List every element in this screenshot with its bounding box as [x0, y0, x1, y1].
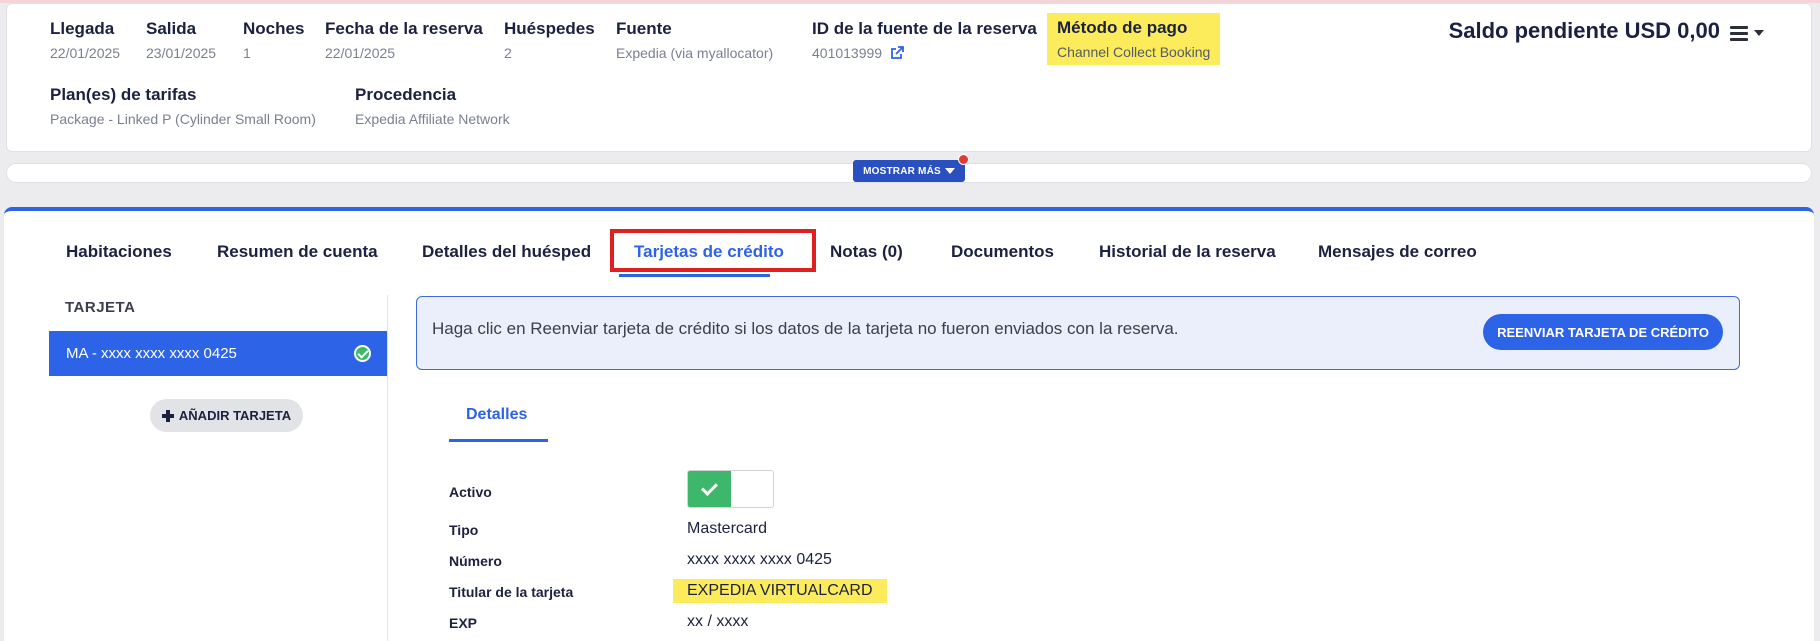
add-card-label: AÑADIR TARJETA	[178, 408, 292, 423]
field-source-id: ID de la fuente de la reserva 401013999	[812, 19, 1037, 61]
cardholder-value: EXPEDIA VIRTUALCARD	[673, 579, 887, 603]
show-more-label: MOSTRAR MÁS	[863, 165, 941, 177]
tab-email-messages[interactable]: Mensajes de correo	[1318, 242, 1477, 262]
tab-details[interactable]: Detalles	[466, 406, 527, 424]
field-rate-plans: Plan(es) de tarifas Package - Linked P (…	[50, 85, 316, 127]
info-banner: Haga clic en Reenviar tarjeta de crédito…	[416, 296, 1740, 370]
source-id-link[interactable]: 401013999	[812, 45, 882, 61]
field-value: 22/01/2025	[50, 45, 121, 61]
field-label: ID de la fuente de la reserva	[812, 19, 1037, 38]
field-label: Procedencia	[355, 85, 457, 104]
field-payment-method: Método de pago Channel Collect Booking	[1047, 13, 1221, 65]
actions-menu-button[interactable]	[1730, 22, 1778, 44]
field-value-row: 401013999	[812, 45, 1037, 61]
active-toggle[interactable]	[687, 470, 774, 508]
notification-dot	[958, 154, 969, 165]
field-label: Noches	[243, 19, 305, 38]
field-label: Salida	[146, 19, 197, 38]
info-text: Haga clic en Reenviar tarjeta de crédito…	[432, 319, 1179, 338]
field-value: Expedia (via myallocator)	[616, 45, 774, 61]
balance-due: Saldo pendiente USD 0,00	[1448, 18, 1720, 43]
card-column-title: TARJETA	[65, 299, 136, 316]
cardholder-label: Titular de la tarjeta	[449, 584, 574, 600]
active-label: Activo	[449, 484, 492, 500]
field-label: Huéspedes	[504, 19, 595, 38]
field-label: Fuente	[616, 19, 672, 38]
plus-icon	[161, 409, 174, 422]
external-link-icon[interactable]	[890, 46, 904, 60]
field-value: 1	[243, 45, 251, 61]
card-list-item[interactable]: MA - xxxx xxxx xxxx 0425	[49, 331, 387, 376]
number-value: xxxx xxxx xxxx 0425	[687, 551, 832, 568]
tab-notes[interactable]: Notas (0)	[830, 242, 903, 262]
field-departure: Salida 23/01/2025	[146, 19, 216, 61]
add-card-button[interactable]: AÑADIR TARJETA	[150, 399, 303, 432]
field-label: Fecha de la reserva	[325, 19, 483, 38]
field-booking-date: Fecha de la reserva 22/01/2025	[325, 19, 483, 61]
number-label: Número	[449, 553, 502, 569]
field-value: 2	[504, 45, 512, 61]
field-value: 22/01/2025	[325, 45, 396, 61]
field-value: Channel Collect Booking	[1057, 44, 1211, 60]
exp-label: EXP	[449, 615, 478, 631]
field-value: 23/01/2025	[146, 45, 217, 61]
field-value: Package - Linked P (Cylinder Small Room)	[50, 111, 316, 127]
field-guests: Huéspedes 2	[504, 19, 595, 61]
show-more-button[interactable]: MOSTRAR MÁS	[853, 160, 965, 182]
details-tab-indicator	[449, 439, 548, 442]
caret-down-icon	[944, 168, 955, 174]
field-label: Método de pago	[1057, 18, 1188, 37]
field-value: Expedia Affiliate Network	[355, 111, 510, 127]
field-label: Llegada	[50, 19, 115, 38]
type-label: Tipo	[449, 522, 479, 538]
annotation-highlight-box	[610, 229, 816, 272]
caret-down-icon	[1754, 30, 1764, 36]
tab-account-summary[interactable]: Resumen de cuenta	[217, 242, 378, 262]
type-value: Mastercard	[687, 520, 768, 537]
card-label: MA - xxxx xxxx xxxx 0425	[66, 345, 237, 362]
field-label: Plan(es) de tarifas	[50, 85, 197, 104]
resend-card-button[interactable]: REENVIAR TARJETA DE CRÉDITO	[1483, 314, 1723, 350]
checkmark-icon	[688, 471, 731, 507]
field-nights: Noches 1	[243, 19, 304, 61]
tab-documents[interactable]: Documentos	[951, 242, 1054, 262]
field-origin: Procedencia Expedia Affiliate Network	[355, 85, 510, 127]
active-tab-indicator	[619, 274, 770, 277]
exp-value: xx / xxxx	[687, 613, 749, 630]
column-divider	[387, 295, 388, 641]
tab-reservation-history[interactable]: Historial de la reserva	[1099, 242, 1276, 262]
tab-guest-details[interactable]: Detalles del huésped	[422, 242, 591, 262]
field-arrival: Llegada 22/01/2025	[50, 19, 120, 61]
tab-rooms[interactable]: Habitaciones	[66, 242, 172, 262]
check-circle-icon	[354, 345, 371, 362]
field-source: Fuente Expedia (via myallocator)	[616, 19, 773, 61]
hamburger-menu-icon	[1730, 25, 1748, 41]
